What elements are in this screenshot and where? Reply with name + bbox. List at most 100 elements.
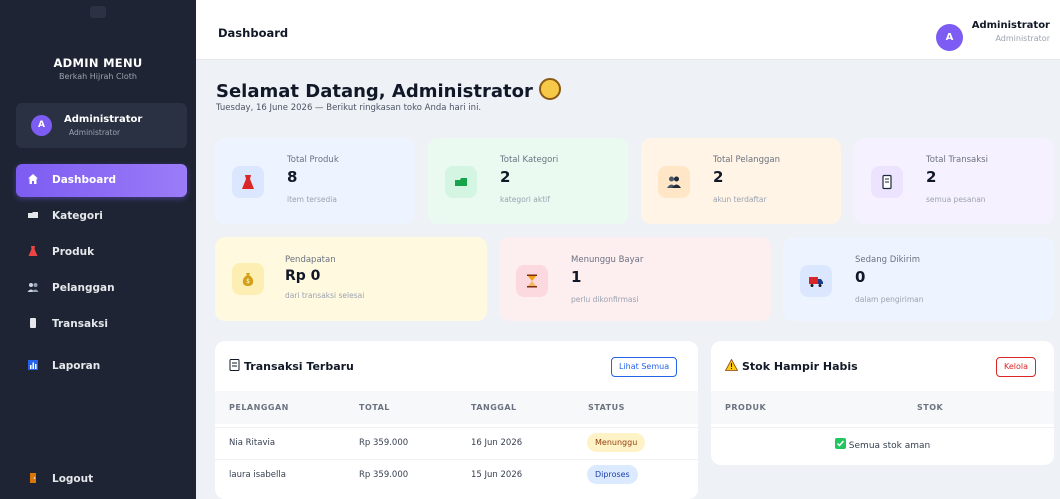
receipt-icon xyxy=(871,166,903,198)
stat-value: 1 xyxy=(571,268,582,286)
users-icon xyxy=(658,166,690,198)
total-cell: Rp 359.000 xyxy=(359,438,409,448)
topbar-user-name[interactable]: Administrator xyxy=(972,20,1050,31)
stat-note: dalam pengiriman xyxy=(855,295,924,304)
table-row[interactable]: Nia Ritavia Rp 359.000 16 Jun 2026 Menun… xyxy=(215,427,698,457)
dress-icon xyxy=(26,245,40,259)
sidebar-item-transaksi[interactable]: Transaksi xyxy=(16,308,187,341)
panel-title: Stok Hampir Habis xyxy=(724,358,858,373)
sidebar: ADMIN MENU Berkah Hijrah Cloth A Adminis… xyxy=(0,0,196,499)
stat-value: 2 xyxy=(713,168,724,186)
welcome-heading: Selamat Datang, Administrator xyxy=(216,78,561,102)
sidebar-user-role: Administrator xyxy=(69,128,121,137)
welcome-title: Selamat Datang, Administrator xyxy=(216,81,533,102)
column-header: PELANGGAN xyxy=(229,403,289,412)
status-badge: Diproses xyxy=(587,465,638,484)
stat-card-total-kategori: Total Kategori 2 kategori aktif xyxy=(428,138,628,224)
home-icon xyxy=(26,173,40,187)
topbar: Dashboard A Administrator Administrator xyxy=(196,0,1060,60)
stat-card-total-transaksi: Total Transaksi 2 semua pesanan xyxy=(854,138,1054,224)
empty-state: Semua stok aman xyxy=(711,438,1054,451)
logout-button[interactable]: Logout xyxy=(16,463,187,496)
total-cell: Rp 359.000 xyxy=(359,470,409,480)
door-icon xyxy=(26,472,40,486)
avatar[interactable]: A xyxy=(936,24,963,51)
table-header: PELANGGAN TOTAL TANGGAL STATUS xyxy=(215,391,698,424)
users-icon xyxy=(26,281,40,295)
sidebar-item-produk[interactable]: Produk xyxy=(16,236,187,269)
stat-card-pendapatan: $ Pendapatan Rp 0 dari transaksi selesai xyxy=(215,237,487,321)
svg-text:$: $ xyxy=(246,278,250,285)
logout-label: Logout xyxy=(52,473,94,485)
sidebar-item-label: Dashboard xyxy=(52,174,117,186)
column-header: PRODUK xyxy=(725,403,767,412)
page-title: Dashboard xyxy=(218,26,289,40)
tag-icon xyxy=(445,166,477,198)
stat-value: 0 xyxy=(855,268,866,286)
logo-icon xyxy=(90,6,106,18)
sidebar-item-laporan[interactable]: Laporan xyxy=(16,350,187,383)
stat-note: akun terdaftar xyxy=(713,195,767,204)
stat-value: 8 xyxy=(287,168,298,186)
customer-cell: laura isabella xyxy=(229,470,286,480)
panel-title-text: Stok Hampir Habis xyxy=(742,360,858,373)
column-header: TANGGAL xyxy=(471,403,517,412)
table-row[interactable]: laura isabella Rp 359.000 15 Jun 2026 Di… xyxy=(215,459,698,489)
sidebar-title: ADMIN MENU xyxy=(53,56,143,70)
dress-icon xyxy=(232,166,264,198)
stat-note: dari transaksi selesai xyxy=(285,291,365,300)
truck-icon xyxy=(800,265,832,297)
bar-chart-icon xyxy=(26,359,40,373)
sidebar-item-label: Laporan xyxy=(52,360,101,372)
welcome-subtitle: Tuesday, 16 June 2026 — Berikut ringkasa… xyxy=(216,103,482,113)
status-badge: Menunggu xyxy=(587,433,646,452)
sidebar-subtitle: Berkah Hijrah Cloth xyxy=(59,72,137,81)
sidebar-item-label: Kategori xyxy=(52,210,103,222)
view-all-button[interactable]: Lihat Semua xyxy=(611,357,678,377)
stat-label: Pendapatan xyxy=(285,255,336,265)
manage-button[interactable]: Kelola xyxy=(996,357,1037,377)
stat-card-total-pelanggan: Total Pelanggan 2 akun terdaftar xyxy=(641,138,841,224)
warning-icon xyxy=(724,358,739,371)
sidebar-item-dashboard[interactable]: Dashboard xyxy=(16,164,187,197)
column-header: STOK xyxy=(917,403,944,412)
sidebar-item-label: Transaksi xyxy=(52,318,108,330)
stat-label: Total Transaksi xyxy=(926,155,988,165)
stat-label: Menunggu Bayar xyxy=(571,255,644,265)
sidebar-item-label: Produk xyxy=(52,246,95,258)
column-header: STATUS xyxy=(588,403,625,412)
hourglass-icon xyxy=(516,265,548,297)
recent-transactions-panel: Transaksi Terbaru Lihat Semua PELANGGAN … xyxy=(215,341,698,499)
tag-icon xyxy=(26,209,40,223)
stat-note: semua pesanan xyxy=(926,195,986,204)
stat-card-total-produk: Total Produk 8 item tersedia xyxy=(215,138,415,224)
stat-note: kategori aktif xyxy=(500,195,550,204)
check-icon xyxy=(834,438,846,449)
date-cell: 15 Jun 2026 xyxy=(471,470,523,480)
sidebar-item-kategori[interactable]: Kategori xyxy=(16,200,187,233)
money-bag-icon: $ xyxy=(232,263,264,295)
stat-card-sedang-dikirim: Sedang Dikirim 0 dalam pengiriman xyxy=(783,237,1054,321)
stat-note: item tersedia xyxy=(287,195,337,204)
sidebar-user-name: Administrator xyxy=(64,114,143,125)
stat-value: 2 xyxy=(500,168,511,186)
empty-state-text: Semua stok aman xyxy=(848,441,931,451)
date-cell: 16 Jun 2026 xyxy=(471,438,523,448)
stat-note: perlu dikonfirmasi xyxy=(571,295,639,304)
column-header: TOTAL xyxy=(359,403,390,412)
table-header: PRODUK STOK xyxy=(711,391,1054,424)
stat-label: Total Pelanggan xyxy=(713,155,780,165)
sidebar-item-pelanggan[interactable]: Pelanggan xyxy=(16,272,187,305)
stat-value: Rp 0 xyxy=(285,268,321,284)
customer-cell: Nia Ritavia xyxy=(229,438,276,448)
receipt-icon xyxy=(229,359,240,371)
stat-card-menunggu-bayar: Menunggu Bayar 1 perlu dikonfirmasi xyxy=(499,237,771,321)
stat-value: 2 xyxy=(926,168,937,186)
panel-title-text: Transaksi Terbaru xyxy=(244,360,354,373)
sidebar-item-label: Pelanggan xyxy=(52,282,115,294)
topbar-user-role: Administrator xyxy=(995,34,1050,43)
low-stock-panel: Stok Hampir Habis Kelola PRODUK STOK Sem… xyxy=(711,341,1054,465)
panel-title: Transaksi Terbaru xyxy=(229,359,354,373)
stat-label: Sedang Dikirim xyxy=(855,255,921,265)
waving-hand-icon xyxy=(538,78,561,100)
